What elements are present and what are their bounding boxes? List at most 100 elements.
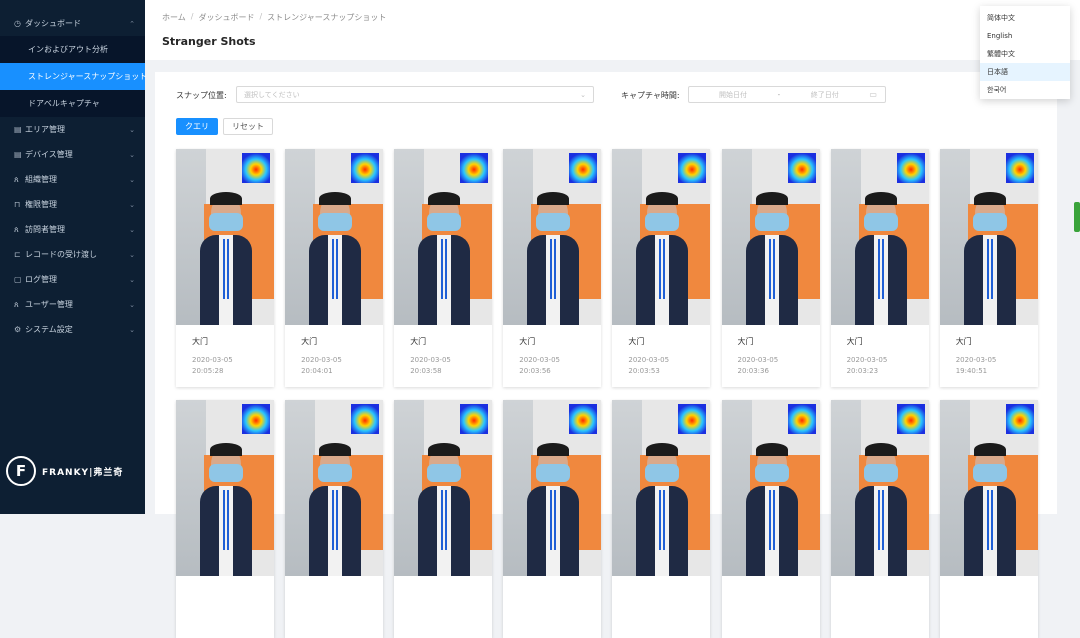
person-figure	[200, 192, 252, 325]
sidebar: ◷ ダッシュボード ⌃ インおよびアウト分析 ストレンジャースナップショット ドアベル…	[0, 0, 147, 514]
area-icon: ▤	[14, 125, 22, 134]
snapshot-card[interactable]: 大门 2020-03-05 20:05:28	[176, 149, 274, 387]
snapshot-photo[interactable]	[503, 149, 602, 325]
sidebar-item-7[interactable]: ▢ ログ管理 ⌄	[0, 267, 145, 292]
snapshot-photo[interactable]	[285, 149, 384, 325]
person-hair	[646, 192, 679, 205]
breadcrumb-dashboard[interactable]: ダッシュボード	[198, 12, 254, 23]
end-date-input[interactable]: 終了日付	[811, 90, 839, 100]
start-date-input[interactable]: 開始日付	[719, 90, 747, 100]
snapshot-card[interactable]	[285, 400, 384, 638]
person-hair	[319, 443, 352, 456]
chevron-down-icon: ⌄	[129, 225, 135, 234]
sidebar-item-4[interactable]: ⊓ 権限管理 ⌄	[0, 192, 145, 217]
person-lanyard	[768, 239, 775, 299]
snap-location-select[interactable]: 選択してください ⌄	[236, 86, 594, 103]
snapshot-card[interactable]: 大门 2020-03-05 19:40:51	[939, 149, 1038, 387]
brand-logo[interactable]: F FRANKY|弗兰奇	[6, 456, 123, 486]
language-option-3[interactable]: 日本語	[980, 63, 1070, 81]
breadcrumb-home[interactable]: ホーム	[162, 12, 186, 23]
snapshot-photo[interactable]	[394, 400, 493, 576]
thermal-image	[569, 153, 598, 183]
query-button[interactable]: クエリ	[176, 118, 218, 135]
sidebar-subitem-0[interactable]: インおよびアウト分析	[0, 36, 145, 63]
person-mask	[754, 464, 789, 482]
breadcrumb-separator: /	[259, 12, 263, 21]
snapshot-photo[interactable]	[394, 149, 493, 325]
snapshot-photo[interactable]	[830, 400, 929, 576]
snapshot-photo[interactable]	[612, 400, 711, 576]
snapshot-card[interactable]: 大门 2020-03-05 20:03:58	[394, 149, 493, 387]
snapshot-photo[interactable]	[721, 400, 820, 576]
thermal-image	[569, 404, 598, 434]
snapshot-photo[interactable]	[176, 149, 274, 325]
thermal-image	[896, 404, 925, 434]
reset-button[interactable]: リセット	[223, 118, 273, 135]
snapshot-photo[interactable]	[939, 400, 1038, 576]
person-hair	[973, 443, 1006, 456]
breadcrumb-current: ストレンジャースナップショット	[267, 13, 387, 22]
sidebar-item-9[interactable]: ⚙ システム設定 ⌄	[0, 317, 145, 342]
sidebar-item-3[interactable]: ጰ 組織管理 ⌄	[0, 167, 145, 192]
language-option-0[interactable]: 简体中文	[980, 9, 1070, 27]
person-mask	[754, 213, 789, 231]
sidebar-item-label: ダッシュボード	[25, 19, 81, 28]
snapshot-photo[interactable]	[721, 149, 820, 325]
user-icon: ጰ	[14, 299, 19, 309]
snapshot-card[interactable]	[612, 400, 711, 638]
organization-icon: ጰ	[14, 174, 19, 184]
snapshot-time: 20:05:28	[192, 367, 224, 375]
snapshot-photo[interactable]	[939, 149, 1038, 325]
chevron-down-icon: ⌄	[129, 150, 135, 159]
snapshot-card[interactable]: 大门 2020-03-05 20:03:23	[830, 149, 929, 387]
content-panel: スナップ位置: 選択してください ⌄ キャプチャ時間: 開始日付 - 終了日付 …	[155, 72, 1057, 638]
capture-time-range-picker[interactable]: 開始日付 - 終了日付 ▭	[688, 86, 886, 103]
breadcrumb: ホーム / ダッシュボード / ストレンジャースナップショット	[162, 12, 386, 23]
snapshot-photo[interactable]	[176, 400, 274, 576]
sidebar-item-5[interactable]: ጰ 訪問者管理 ⌄	[0, 217, 145, 242]
snapshot-card[interactable]	[394, 400, 493, 638]
snapshot-card[interactable]	[721, 400, 820, 638]
snapshot-card[interactable]: 大门 2020-03-05 20:03:56	[503, 149, 602, 387]
person-lanyard	[332, 490, 339, 550]
person-hair	[428, 443, 461, 456]
device-icon: ▤	[14, 150, 22, 159]
language-option-2[interactable]: 繁體中文	[980, 45, 1070, 63]
snapshot-time: 20:04:01	[301, 367, 333, 375]
snapshot-photo[interactable]	[830, 149, 929, 325]
snapshot-card[interactable]	[176, 400, 274, 638]
snapshot-card[interactable]	[939, 400, 1038, 638]
person-hair	[537, 443, 570, 456]
snapshot-card[interactable]: 大门 2020-03-05 20:04:01	[285, 149, 384, 387]
person-lanyard	[332, 239, 339, 299]
thermal-image	[351, 404, 380, 434]
person-figure	[309, 192, 362, 325]
sidebar-subitem-2[interactable]: ドアベルキャプチャ	[0, 90, 145, 117]
snapshot-card[interactable]	[503, 400, 602, 638]
person-figure	[418, 192, 471, 325]
person-hair	[537, 192, 570, 205]
sidebar-item-1[interactable]: ▤ エリア管理 ⌄	[0, 117, 145, 142]
sidebar-item-8[interactable]: ጰ ユーザー管理 ⌄	[0, 292, 145, 317]
thermal-image	[351, 153, 380, 183]
snapshot-date: 2020-03-05	[301, 356, 342, 364]
language-option-4[interactable]: 한국어	[980, 81, 1070, 99]
person-lanyard	[986, 490, 993, 550]
person-hair	[319, 192, 352, 205]
language-option-1[interactable]: English	[980, 27, 1070, 45]
snapshot-photo[interactable]	[503, 400, 602, 576]
sidebar-subitem-1[interactable]: ストレンジャースナップショット	[0, 63, 147, 90]
person-figure	[636, 192, 689, 325]
sidebar-item-6[interactable]: ⊏ レコードの受け渡し ⌄	[0, 242, 145, 267]
snapshot-photo[interactable]	[612, 149, 711, 325]
settings-icon: ⚙	[14, 325, 22, 334]
sidebar-item-0[interactable]: ◷ ダッシュボード ⌃	[0, 11, 145, 36]
snapshot-photo[interactable]	[285, 400, 384, 576]
snapshot-card[interactable]: 大门 2020-03-05 20:03:36	[721, 149, 820, 387]
scroll-handle[interactable]	[1074, 202, 1080, 232]
snapshot-card[interactable]: 大门 2020-03-05 20:03:53	[612, 149, 711, 387]
snapshot-card[interactable]	[830, 400, 929, 638]
record-icon: ⊏	[14, 250, 21, 259]
sidebar-item-2[interactable]: ▤ デバイス管理 ⌄	[0, 142, 145, 167]
person-figure	[963, 443, 1016, 576]
